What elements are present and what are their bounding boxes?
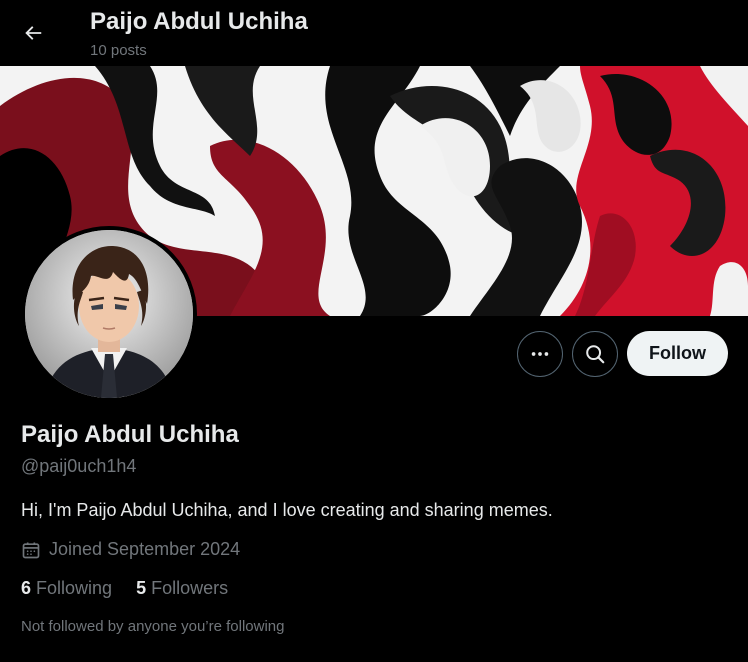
following-label: Following xyxy=(36,578,113,598)
profile-bio: Hi, I'm Paijo Abdul Uchiha, and I love c… xyxy=(21,500,553,520)
following-link[interactable]: 6 Following xyxy=(21,578,112,599)
follow-stats: 6 Following 5 Followers xyxy=(21,578,252,599)
profile-page: Paijo Abdul Uchiha 10 posts Follow Paijo… xyxy=(0,0,748,662)
joined-date: Joined September 2024 xyxy=(21,539,240,560)
more-dots-icon xyxy=(531,352,549,356)
following-count: 6 xyxy=(21,578,32,598)
back-button[interactable] xyxy=(14,14,52,52)
avatar[interactable] xyxy=(21,226,197,402)
followers-label: Followers xyxy=(151,578,229,598)
mutual-followers-note: Not followed by anyone you’re following xyxy=(21,618,285,635)
followers-count: 5 xyxy=(136,578,147,598)
followers-link[interactable]: 5 Followers xyxy=(136,578,228,599)
search-icon xyxy=(586,345,605,364)
joined-label: Joined September 2024 xyxy=(49,539,241,559)
profile-handle: @paij0uch1h4 xyxy=(21,456,137,476)
profile-display-name: Paijo Abdul Uchiha xyxy=(21,421,239,448)
search-profile-button[interactable] xyxy=(572,331,618,377)
arrow-left-icon xyxy=(25,26,42,40)
follow-button[interactable]: Follow xyxy=(627,331,728,376)
more-options-button[interactable] xyxy=(517,331,563,377)
avatar-image xyxy=(25,230,193,398)
calendar-icon xyxy=(21,540,41,560)
profile-header: Paijo Abdul Uchiha 10 posts xyxy=(0,0,748,66)
header-title: Paijo Abdul Uchiha xyxy=(90,8,308,35)
post-count: 10 posts xyxy=(90,42,147,59)
